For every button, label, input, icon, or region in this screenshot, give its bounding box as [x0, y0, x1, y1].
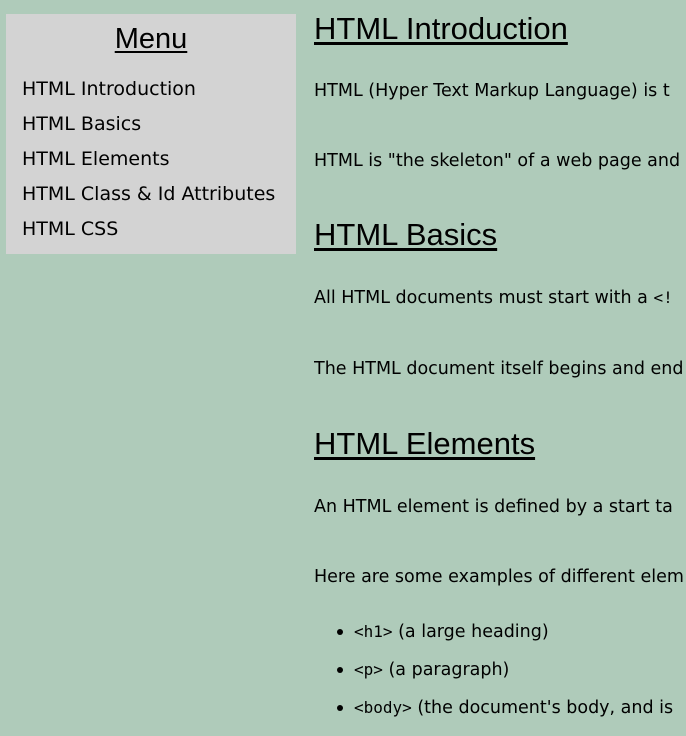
menu-list: HTML Introduction HTML Basics HTML Eleme…	[22, 76, 275, 251]
list-item-text: (a large heading)	[392, 622, 549, 642]
heading-html-basics: HTML Basics	[314, 217, 498, 252]
list-item: <p> (a paragraph)	[314, 658, 673, 696]
main-content: HTML Introduction HTML (Hyper Text Marku…	[314, 0, 686, 736]
sidebar-menu: Menu HTML Introduction HTML Basics HTML …	[6, 14, 296, 254]
paragraph-intro-1: HTML (Hyper Text Markup Language) is t	[314, 81, 670, 101]
paragraph-intro-2: HTML is "the skeleton" of a web page and	[314, 151, 681, 171]
menu-title: Menu	[114, 23, 188, 55]
list-item-text: (the document's body, and is	[411, 698, 674, 718]
heading-html-introduction: HTML Introduction	[314, 11, 568, 46]
paragraph-elements-1: An HTML element is defined by a start ta	[314, 497, 673, 517]
heading-html-elements: HTML Elements	[314, 426, 536, 461]
p-tag-code: <p>	[354, 660, 383, 679]
menu-item-html-basics[interactable]: HTML Basics	[22, 111, 275, 146]
list-item: <h1> (a large heading)	[314, 620, 673, 658]
list-item-text: (a paragraph)	[382, 660, 510, 680]
paragraph-basics-2: The HTML document itself begins and end	[314, 359, 684, 379]
doctype-code: <!	[653, 288, 673, 307]
h1-tag-code: <h1>	[354, 622, 393, 641]
paragraph-basics-1: All HTML documents must start with a <!	[314, 287, 673, 309]
list-item: <body> (the document's body, and is	[314, 696, 673, 734]
menu-item-html-elements[interactable]: HTML Elements	[22, 146, 275, 181]
paragraph-basics-1-text: All HTML documents must start with a	[314, 288, 654, 308]
body-tag-code: <body>	[354, 698, 412, 717]
menu-item-html-css[interactable]: HTML CSS	[22, 216, 275, 251]
menu-item-html-introduction[interactable]: HTML Introduction	[22, 76, 275, 111]
element-examples-list: <h1> (a large heading) <p> (a paragraph)…	[314, 620, 673, 734]
menu-item-html-class-id-attributes[interactable]: HTML Class & Id Attributes	[22, 181, 275, 216]
paragraph-elements-2: Here are some examples of different elem	[314, 567, 684, 587]
